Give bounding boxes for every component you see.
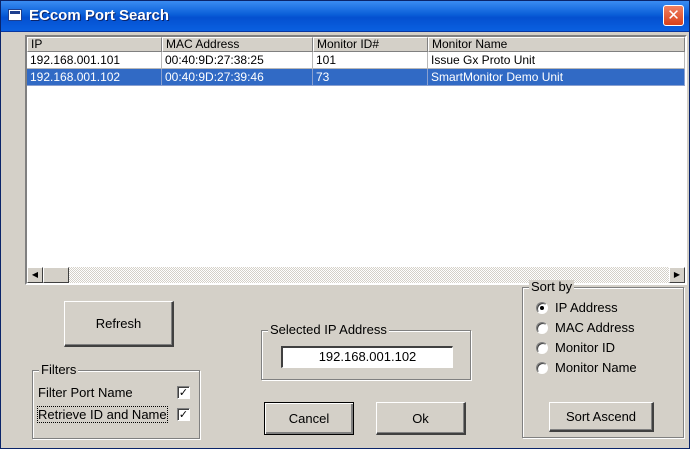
- list-header: IP MAC Address Monitor ID# Monitor Name: [27, 37, 685, 52]
- selected-ip-group-label: Selected IP Address: [268, 322, 389, 337]
- filter-port-name-checkbox[interactable]: ✓: [177, 386, 190, 399]
- scroll-thumb[interactable]: [43, 267, 69, 283]
- close-button[interactable]: ✕: [663, 5, 684, 26]
- window-icon: [8, 9, 22, 21]
- table-row[interactable]: 192.168.001.101 00:40:9D:27:38:25 101 Is…: [27, 52, 685, 69]
- filter-port-name-label: Filter Port Name: [38, 385, 133, 400]
- retrieve-id-name-checkbox[interactable]: ✓: [177, 408, 190, 421]
- refresh-button[interactable]: Refresh: [64, 301, 174, 347]
- retrieve-id-name-label: Retrieve ID and Name: [37, 406, 168, 423]
- filters-group: Filters Filter Port Name ✓ Retrieve ID a…: [32, 363, 200, 439]
- selected-ip-group: Selected IP Address 192.168.001.102: [261, 323, 471, 380]
- ok-button[interactable]: Ok: [376, 402, 466, 435]
- sort-option-label: Monitor Name: [555, 360, 637, 375]
- cell-monitor-name: Issue Gx Proto Unit: [428, 52, 685, 69]
- eccom-port-search-window: ECcom Port Search ✕ IP MAC Address Monit…: [0, 0, 690, 449]
- port-list-view[interactable]: IP MAC Address Monitor ID# Monitor Name …: [25, 35, 687, 285]
- cell-monitor-id: 101: [313, 52, 428, 69]
- column-header-ip[interactable]: IP: [27, 37, 162, 52]
- radio-button[interactable]: [536, 362, 548, 374]
- cell-monitor-id: 73: [313, 69, 428, 86]
- cell-monitor-name: SmartMonitor Demo Unit: [428, 69, 685, 86]
- radio-button[interactable]: [536, 342, 548, 354]
- scroll-left-button[interactable]: ◀: [27, 267, 43, 283]
- cell-ip: 192.168.001.102: [27, 69, 162, 86]
- cell-mac-address: 00:40:9D:27:38:25: [162, 52, 313, 69]
- cell-mac-address: 00:40:9D:27:39:46: [162, 69, 313, 86]
- sort-option-label: IP Address: [555, 300, 618, 315]
- radio-button[interactable]: [536, 322, 548, 334]
- column-header-mac-address[interactable]: MAC Address: [162, 37, 313, 52]
- horizontal-scrollbar[interactable]: ◀ ▶: [27, 267, 685, 283]
- sort-by-group-label: Sort by: [529, 279, 575, 294]
- cell-ip: 192.168.001.101: [27, 52, 162, 69]
- selected-ip-field[interactable]: 192.168.001.102: [281, 346, 453, 368]
- sort-option-label: Monitor ID: [555, 340, 615, 355]
- sort-option-label: MAC Address: [555, 320, 635, 335]
- filter-port-name-row[interactable]: Filter Port Name ✓: [36, 385, 196, 401]
- retrieve-id-name-row[interactable]: Retrieve ID and Name ✓: [36, 406, 196, 423]
- table-row-selected[interactable]: 192.168.001.102 00:40:9D:27:39:46 73 Sma…: [27, 69, 685, 86]
- filters-group-label: Filters: [39, 362, 79, 377]
- title-bar[interactable]: ECcom Port Search ✕: [1, 1, 689, 32]
- sort-ascend-button[interactable]: Sort Ascend: [549, 402, 654, 432]
- column-header-monitor-name[interactable]: Monitor Name: [428, 37, 685, 52]
- radio-button-selected[interactable]: [536, 302, 548, 314]
- window-title: ECcom Port Search: [29, 7, 170, 24]
- list-rows: 192.168.001.101 00:40:9D:27:38:25 101 Is…: [27, 52, 685, 86]
- cancel-button[interactable]: Cancel: [264, 402, 354, 435]
- column-header-monitor-id[interactable]: Monitor ID#: [313, 37, 428, 52]
- scroll-right-button[interactable]: ▶: [669, 267, 685, 283]
